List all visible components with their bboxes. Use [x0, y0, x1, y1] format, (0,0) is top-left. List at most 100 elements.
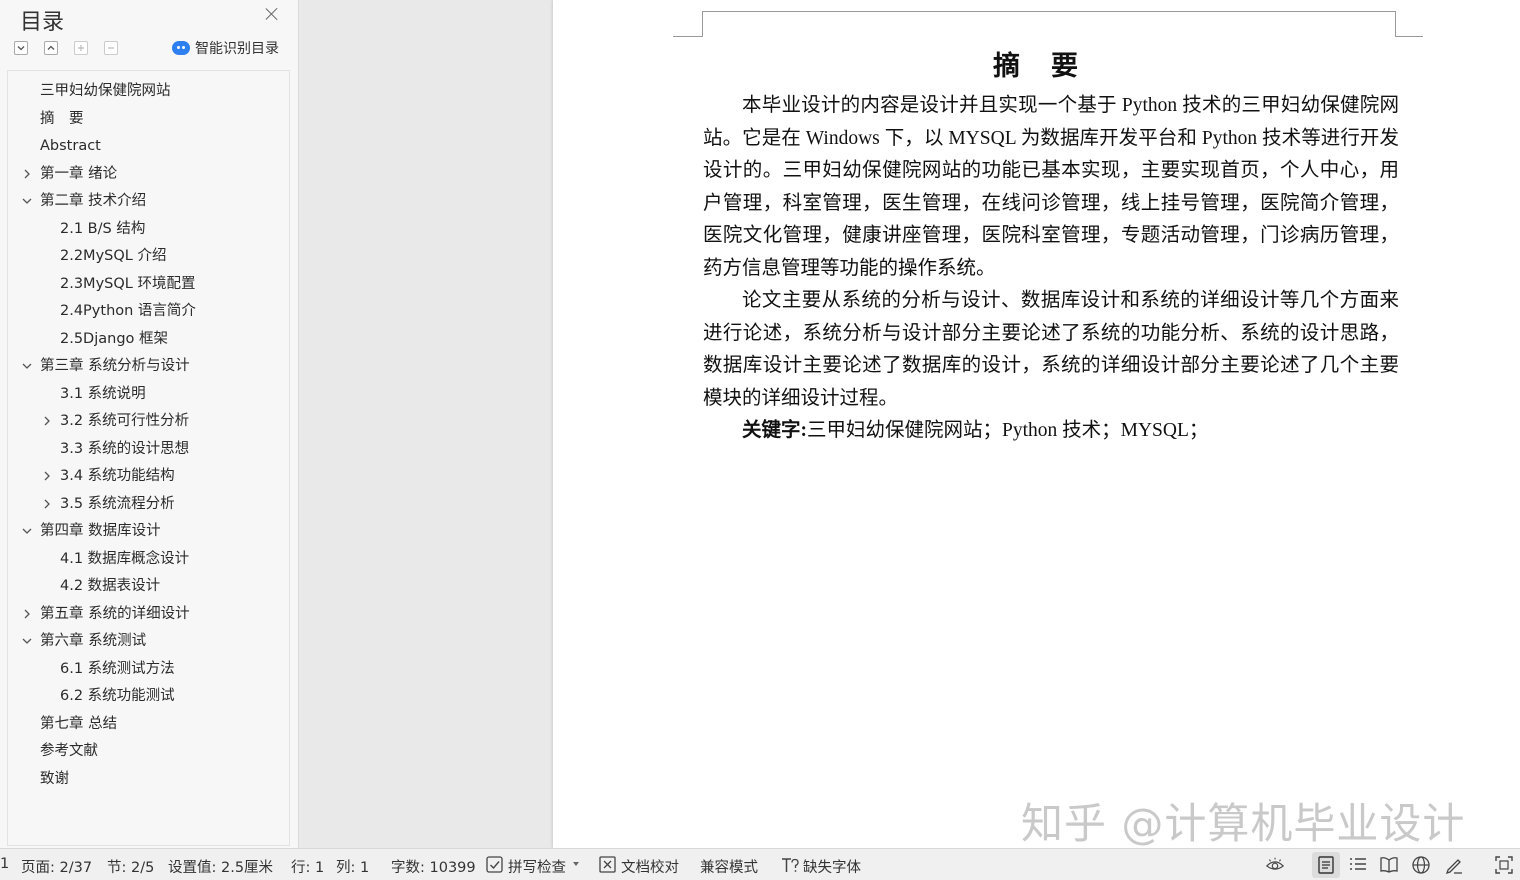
web-view-icon[interactable]: [1411, 855, 1431, 875]
expand-all-icon[interactable]: [14, 41, 28, 55]
toc-item-label: 致谢: [40, 770, 69, 787]
toc-item[interactable]: 参考文献: [8, 740, 284, 762]
toc-item-label: 3.1 系统说明: [60, 385, 146, 402]
toc-item[interactable]: 3.3 系统的设计思想: [8, 438, 284, 460]
chevron-down-icon[interactable]: [21, 195, 33, 207]
missing-font-label[interactable]: 缺失字体: [803, 856, 861, 877]
eye-protection-icon[interactable]: [1265, 855, 1285, 875]
crop-mark: [1395, 11, 1396, 37]
toc-item[interactable]: 三甲妇幼保健院网站: [8, 80, 284, 102]
reading-view-icon[interactable]: [1379, 855, 1399, 875]
document-page[interactable]: 摘 要 本毕业设计的内容是设计并且实现一个基于 Python 技术的三甲妇幼保健…: [553, 0, 1520, 848]
collapse-all-icon[interactable]: [44, 41, 58, 55]
toc-item[interactable]: 3.1 系统说明: [8, 383, 284, 405]
toc-item[interactable]: 第四章 数据库设计: [8, 520, 284, 542]
missing-font-icon[interactable]: [780, 855, 800, 875]
toc-item-label: 第一章 绪论: [40, 165, 118, 182]
toc-item-label: 3.2 系统可行性分析: [60, 413, 190, 429]
toc-item[interactable]: 4.2 数据表设计: [8, 575, 284, 597]
toc-item-label: 第二章 技术介绍: [40, 193, 147, 209]
toc-item[interactable]: 2.3MySQL 环境配置: [8, 273, 284, 295]
doc-proof-label[interactable]: 文档校对: [621, 856, 679, 877]
toc-item-label: Abstract: [40, 138, 101, 154]
toc-item[interactable]: 第二章 技术介绍: [8, 190, 284, 212]
toc-item-label: 6.1 系统测试方法: [60, 660, 175, 677]
toc-item-label: 2.5Django 框架: [60, 330, 169, 347]
toc-item-label: 4.1 数据库概念设计: [60, 550, 190, 567]
toc-item[interactable]: 第一章 绪论: [8, 163, 284, 185]
crop-mark: [1395, 36, 1423, 37]
toc-item-label: 第七章 总结: [40, 715, 118, 732]
toc-item-label: 第三章 系统分析与设计: [40, 358, 190, 374]
outline-view-icon[interactable]: [1348, 855, 1368, 875]
status-page[interactable]: 页面: 2/37: [21, 856, 92, 877]
smart-toc-button[interactable]: 智能识别目录: [172, 38, 279, 58]
chevron-down-icon[interactable]: [21, 360, 33, 372]
add-heading-icon[interactable]: [74, 41, 88, 55]
toc-pane: 目录 智能识别目录 三甲妇幼保健院网站摘 要 Abstract 第一章 绪论第二章 …: [0, 0, 299, 848]
spell-check-label[interactable]: 拼写检查: [508, 856, 566, 877]
toc-item-label: 第四章 数据库设计: [40, 523, 161, 539]
toc-item-label: 2.3MySQL 环境配置: [60, 275, 196, 292]
smart-toc-label: 智能识别目录: [195, 41, 279, 57]
toc-item-label: 2.4Python 语言简介: [60, 303, 196, 319]
chevron-right-icon[interactable]: [21, 608, 33, 620]
doc-proof-icon[interactable]: [598, 855, 618, 875]
header-line: [703, 11, 1395, 12]
toc-item-label: 第六章 系统测试: [40, 633, 147, 649]
close-icon[interactable]: [262, 4, 282, 24]
toc-item[interactable]: 摘 要: [8, 108, 284, 130]
toc-title: 目录: [20, 10, 65, 35]
toc-item[interactable]: 6.1 系统测试方法: [8, 658, 284, 680]
chevron-down-icon[interactable]: [21, 635, 33, 647]
toc-item[interactable]: 第七章 总结: [8, 713, 284, 735]
toc-item-label: 3.5 系统流程分析: [60, 495, 175, 512]
toc-item-label: 3.4 系统功能结构: [60, 468, 175, 484]
chevron-right-icon[interactable]: [41, 470, 53, 482]
chevron-down-icon[interactable]: [571, 859, 581, 869]
toc-item[interactable]: 3.2 系统可行性分析: [8, 410, 284, 432]
toc-item[interactable]: 2.4Python 语言简介: [8, 300, 284, 322]
abstract-paragraph-1: 本毕业设计的内容是设计并且实现一个基于 Python 技术的三甲妇幼保健院网站。…: [703, 95, 1399, 279]
chevron-right-icon[interactable]: [21, 168, 33, 180]
status-section[interactable]: 节: 2/5: [107, 856, 154, 877]
spell-check-icon[interactable]: [485, 855, 505, 875]
status-col[interactable]: 列: 1: [336, 856, 369, 877]
status-row[interactable]: 行: 1: [291, 856, 324, 877]
chevron-right-icon[interactable]: [41, 498, 53, 510]
toc-item[interactable]: 6.2 系统功能测试: [8, 685, 284, 707]
abstract-paragraph-2: 论文主要从系统的分析与设计、数据库设计和系统的详细设计等几个方面来进行论述，系统…: [703, 290, 1399, 409]
toc-item-label: 2.2MySQL 介绍: [60, 248, 167, 264]
chevron-right-icon[interactable]: [41, 415, 53, 427]
status-bar: 1 页面: 2/37 节: 2/5 设置值: 2.5厘米 行: 1 列: 1 字…: [0, 848, 1520, 880]
toc-item[interactable]: 3.5 系统流程分析: [8, 493, 284, 515]
toc-item[interactable]: Abstract: [8, 135, 284, 157]
toc-item[interactable]: 4.1 数据库概念设计: [8, 548, 284, 570]
status-word-count[interactable]: 字数: 10399: [391, 856, 476, 877]
toc-item[interactable]: 3.4 系统功能结构: [8, 465, 284, 487]
toc-item-label: 3.3 系统的设计思想: [60, 440, 190, 457]
toc-item-label: 第五章 系统的详细设计: [40, 605, 190, 622]
toc-item[interactable]: 2.1 B/S 结构: [8, 218, 284, 240]
keywords-text: 三甲妇幼保健院网站；Python 技术；MYSQL；: [807, 420, 1209, 441]
document-area: 摘 要 本毕业设计的内容是设计并且实现一个基于 Python 技术的三甲妇幼保健…: [299, 0, 1520, 848]
toc-item[interactable]: 第六章 系统测试: [8, 630, 284, 652]
toc-item-label: 参考文献: [40, 743, 98, 759]
crop-mark: [702, 11, 703, 37]
toc-item-label: 摘 要: [40, 110, 84, 127]
chevron-down-icon[interactable]: [21, 525, 33, 537]
status-edge-char: 1: [0, 856, 10, 872]
page-view-icon[interactable]: [1316, 855, 1336, 875]
crop-mark: [673, 36, 703, 37]
toc-item[interactable]: 第五章 系统的详细设计: [8, 603, 284, 625]
toc-item[interactable]: 2.5Django 框架: [8, 328, 284, 350]
status-setting[interactable]: 设置值: 2.5厘米: [168, 856, 273, 877]
write-mode-icon[interactable]: [1444, 855, 1464, 875]
compat-mode-label[interactable]: 兼容模式: [700, 856, 758, 877]
toc-item[interactable]: 致谢: [8, 768, 284, 790]
watermark: 知乎 @计算机毕业设计: [1021, 799, 1466, 848]
toc-item[interactable]: 2.2MySQL 介绍: [8, 245, 284, 267]
fullscreen-icon[interactable]: [1494, 855, 1514, 875]
remove-heading-icon[interactable]: [104, 41, 118, 55]
toc-item[interactable]: 第三章 系统分析与设计: [8, 355, 284, 377]
